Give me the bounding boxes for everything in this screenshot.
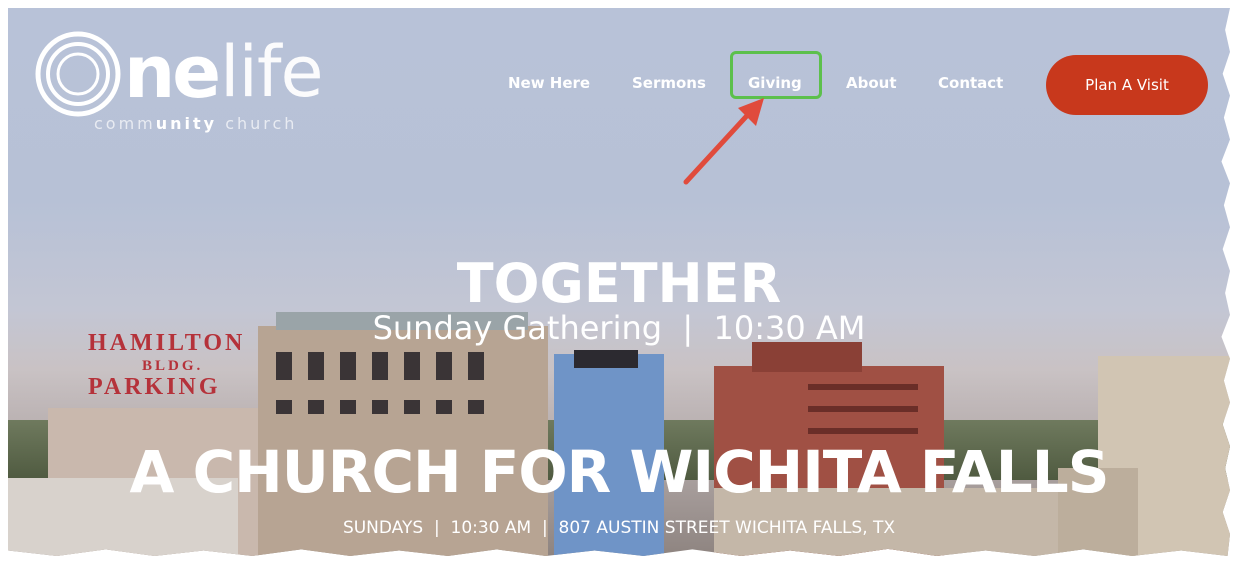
window [372, 400, 388, 414]
sign-parking: PARKING [88, 374, 221, 400]
logo-sub-bold: unity [155, 114, 218, 133]
hero-info: SUNDAYS | 10:30 AM | 807 AUSTIN STREET W… [342, 518, 896, 538]
window [308, 400, 324, 414]
logo-subtitle: community church [94, 114, 297, 133]
window [340, 400, 356, 414]
nav-new-here[interactable]: New Here [508, 74, 590, 92]
nav-sermons[interactable]: Sermons [632, 74, 706, 92]
window [808, 384, 918, 390]
window [308, 352, 324, 380]
window [276, 352, 292, 380]
logo-sub-pre: comm [94, 114, 156, 133]
window [808, 428, 918, 434]
nav-contact[interactable]: Contact [938, 74, 1003, 92]
nav-about[interactable]: About [846, 74, 897, 92]
hero-title: A CHURCH FOR WICHITA FALLS [129, 438, 1110, 506]
window [276, 400, 292, 414]
giving-highlight-box [730, 51, 822, 99]
building-blue-tower-top [574, 350, 638, 368]
window [372, 352, 388, 380]
window [340, 352, 356, 380]
window [468, 400, 484, 414]
logo-ring-icon [35, 31, 121, 117]
window [468, 352, 484, 380]
window [404, 400, 420, 414]
site-logo[interactable]: ne life community church [32, 28, 342, 138]
logo-mark: ne [124, 30, 221, 114]
pointer-arrow-icon [683, 98, 764, 185]
logo-word: life [220, 31, 324, 113]
window [808, 406, 918, 412]
hero-kicker: TOGETHER [456, 252, 782, 315]
plan-a-visit-button[interactable]: Plan A Visit [1046, 55, 1208, 115]
hero-background: HAMILTON BLDG. PARKING ne life community… [8, 8, 1230, 556]
hero-subline: Sunday Gathering | 10:30 AM [372, 309, 866, 347]
window [436, 400, 452, 414]
window [404, 352, 420, 380]
window [436, 352, 452, 380]
logo-sub-post: church [217, 114, 298, 133]
sign-bldg: BLDG. [142, 358, 204, 374]
